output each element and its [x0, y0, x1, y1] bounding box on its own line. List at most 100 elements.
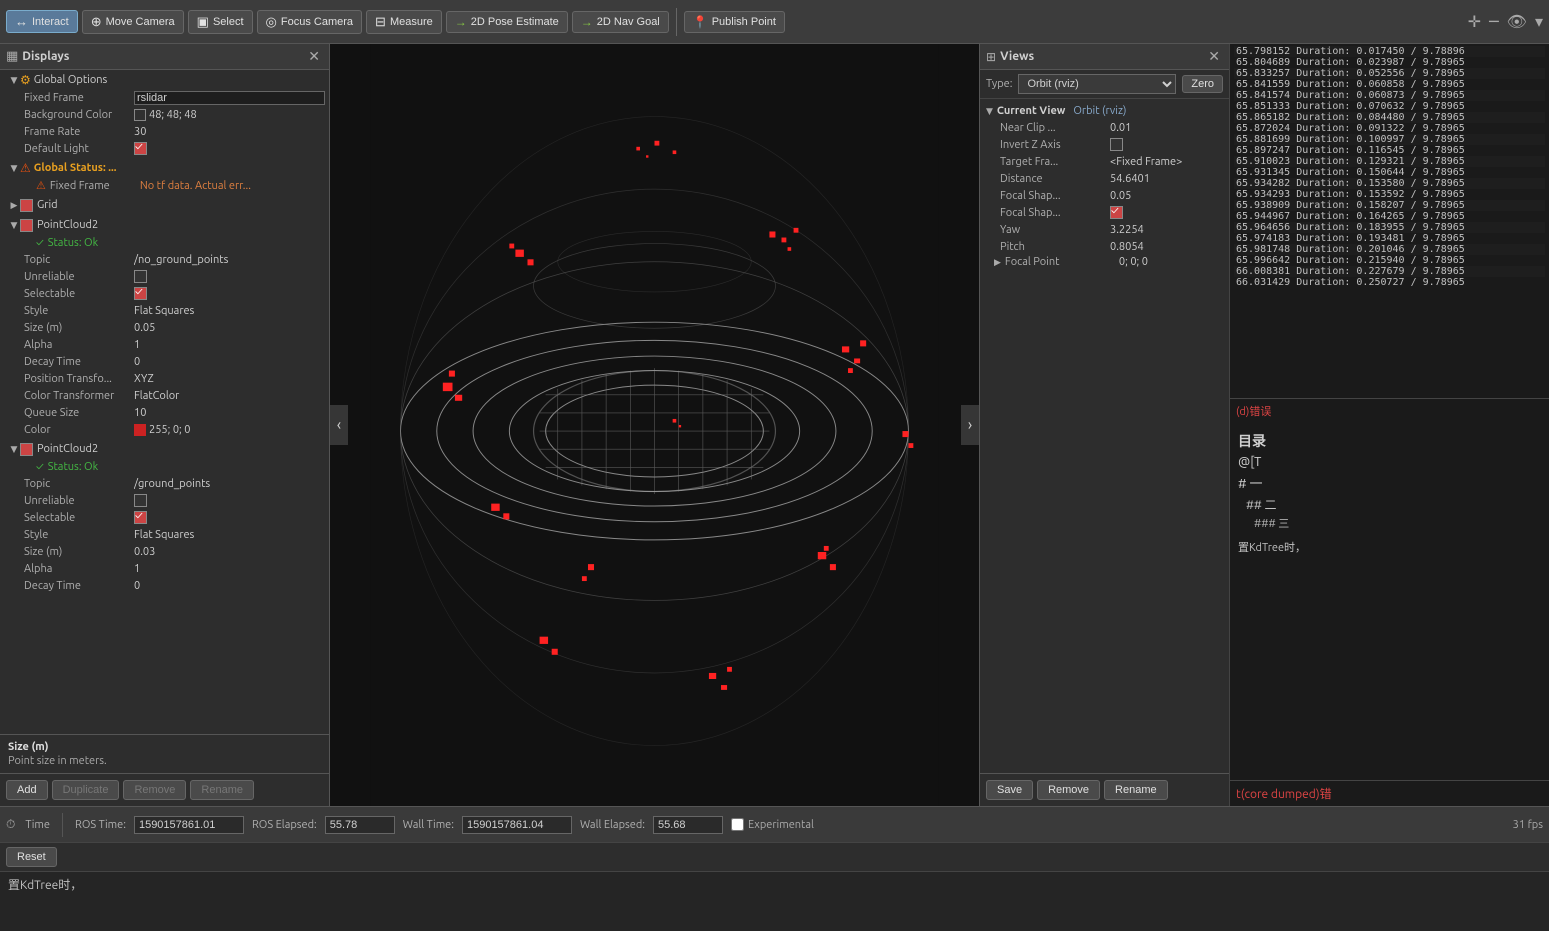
yaw-label: Yaw	[1000, 224, 1110, 236]
focal-point-value: 0; 0; 0	[1119, 256, 1223, 268]
toolbar-right-icons: ✛ ─ 👁 ▾	[1468, 12, 1543, 31]
global-options-label: Global Options	[34, 74, 108, 86]
yaw-row: Yaw 3.2254	[980, 221, 1229, 238]
nav-left-arrow[interactable]: ‹	[330, 405, 348, 445]
distance-value: 54.6401	[1110, 173, 1223, 185]
publish-point-button[interactable]: 📍 Publish Point	[684, 11, 785, 33]
chevron-icon[interactable]: ▾	[1535, 12, 1543, 31]
plus-icon[interactable]: ✛	[1468, 12, 1481, 31]
grid-check[interactable]	[20, 199, 33, 212]
focal-shape2-check[interactable]	[1110, 206, 1123, 219]
pc1-check[interactable]	[20, 219, 33, 232]
pc2-unreliable-check[interactable]	[134, 494, 147, 507]
pc1-topic-label: Topic	[24, 254, 134, 266]
ros-time-input[interactable]	[134, 816, 244, 834]
log-row: 65.872024 Duration: 0.091322 / 9.78965	[1234, 123, 1545, 134]
global-options-expand[interactable]: ▼	[8, 74, 20, 86]
global-status-expand[interactable]: ▼	[8, 162, 20, 174]
remove-view-button[interactable]: Remove	[1037, 780, 1100, 800]
near-clip-row: Near Clip ... 0.01	[980, 119, 1229, 136]
pc1-size-row: Size (m) 0.05	[0, 319, 329, 336]
time-icon: ⏱	[6, 818, 15, 832]
pc1-decay-label: Decay Time	[24, 356, 134, 368]
wall-elapsed-input[interactable]	[653, 816, 723, 834]
displays-close-button[interactable]: ✕	[305, 48, 323, 65]
select-button[interactable]: ▣ Select	[188, 10, 253, 34]
pointcloud2-1-row[interactable]: ▼ PointCloud2	[0, 216, 329, 234]
ros-elapsed-input[interactable]	[325, 816, 395, 834]
point-cloud-visualization	[330, 44, 979, 806]
current-view-expand[interactable]: ▼	[986, 106, 993, 117]
pc2-topic-label: Topic	[24, 478, 134, 490]
views-close-button[interactable]: ✕	[1205, 48, 1223, 65]
focus-camera-label: Focus Camera	[281, 16, 353, 28]
invert-z-check[interactable]	[1110, 138, 1123, 151]
pc1-queue-row: Queue Size 10	[0, 404, 329, 421]
add-button[interactable]: Add	[6, 780, 48, 800]
pc2-label: PointCloud2	[37, 443, 98, 455]
pc1-queue-label: Queue Size	[24, 407, 134, 419]
eye-icon[interactable]: 👁	[1507, 12, 1527, 31]
minus-icon[interactable]: ─	[1489, 12, 1499, 31]
target-frame-value: <Fixed Frame>	[1110, 156, 1223, 168]
global-options-row[interactable]: ▼ ⚙ Global Options	[0, 71, 329, 89]
toc-item-1: # 一	[1238, 473, 1541, 492]
viewport[interactable]: ‹	[330, 44, 979, 806]
current-view-section[interactable]: ▼ Current View Orbit (rviz)	[980, 103, 1229, 119]
pc2-check[interactable]	[20, 443, 33, 456]
save-view-button[interactable]: Save	[986, 780, 1033, 800]
toc-item-2: ## 二	[1246, 496, 1541, 513]
default-light-check[interactable]	[134, 142, 147, 155]
interact-button[interactable]: ↔ Interact	[6, 10, 78, 33]
pc2-status-icon: ✓	[36, 461, 44, 473]
wall-time-input[interactable]	[462, 816, 572, 834]
focus-camera-button[interactable]: ◎ Focus Camera	[257, 10, 362, 34]
pc2-alpha-value: 1	[134, 563, 325, 575]
log-row: 65.841574 Duration: 0.060873 / 9.78965	[1234, 90, 1545, 101]
background-color-value[interactable]: 48; 48; 48	[149, 109, 325, 121]
displays-icon: ▦	[6, 49, 18, 64]
rename-view-button[interactable]: Rename	[1104, 780, 1168, 800]
experimental-checkbox[interactable]	[731, 818, 744, 831]
pc1-expand[interactable]: ▼	[8, 219, 20, 231]
nav-icon: →	[581, 15, 593, 29]
grid-row[interactable]: ▶ Grid	[0, 196, 329, 214]
pose-estimate-button[interactable]: → 2D Pose Estimate	[446, 11, 568, 33]
toolbar-separator	[676, 8, 677, 36]
move-camera-button[interactable]: ⊕ Move Camera	[82, 10, 184, 34]
nav-goal-button[interactable]: → 2D Nav Goal	[572, 11, 669, 33]
log-row: 65.934282 Duration: 0.153580 / 9.78965	[1234, 178, 1545, 189]
pc1-position-row: Position Transfo... XYZ	[0, 370, 329, 387]
global-status-row[interactable]: ▼ ⚠ Global Status: ...	[0, 159, 329, 177]
interact-icon: ↔	[15, 14, 28, 29]
duplicate-button[interactable]: Duplicate	[52, 780, 120, 800]
pointcloud2-2-row[interactable]: ▼ PointCloud2	[0, 440, 329, 458]
log-panel: 65.798152 Duration: 0.017450 / 9.7889665…	[1229, 44, 1549, 806]
views-type-select[interactable]: Orbit (rviz)	[1018, 74, 1176, 94]
focal-shape1-label: Focal Shap...	[1000, 190, 1110, 202]
current-view-value: Orbit (rviz)	[1073, 105, 1126, 117]
pc2-selectable-check[interactable]	[134, 511, 147, 524]
pc2-expand[interactable]: ▼	[8, 443, 20, 455]
pose-label: 2D Pose Estimate	[471, 16, 559, 28]
pc2-style-label: Style	[24, 529, 134, 541]
rename-display-button[interactable]: Rename	[190, 780, 254, 800]
pc1-topic-row: Topic /no_ground_points	[0, 251, 329, 268]
measure-button[interactable]: ⊟ Measure	[366, 10, 442, 34]
log-row: 65.981748 Duration: 0.201046 / 9.78965	[1234, 244, 1545, 255]
fixed-frame-input[interactable]	[134, 91, 325, 105]
views-type-row: Type: Orbit (rviz) Zero	[980, 70, 1229, 99]
displays-header: ▦ Displays ✕	[0, 44, 329, 70]
grid-expand[interactable]: ▶	[8, 199, 20, 211]
focal-point-expand[interactable]: ▶	[994, 257, 1001, 268]
views-zero-button[interactable]: Zero	[1182, 75, 1223, 93]
remove-display-button[interactable]: Remove	[123, 780, 186, 800]
publish-label: Publish Point	[712, 16, 776, 28]
warn-icon: ⚠	[36, 179, 46, 192]
focal-point-row[interactable]: ▶ Focal Point 0; 0; 0	[980, 255, 1229, 269]
pc1-unreliable-check[interactable]	[134, 270, 147, 283]
pc1-selectable-check[interactable]	[134, 287, 147, 300]
nav-right-arrow[interactable]: ›	[961, 405, 979, 445]
reset-button[interactable]: Reset	[6, 847, 57, 867]
background-color-row: Background Color 48; 48; 48	[0, 106, 329, 123]
